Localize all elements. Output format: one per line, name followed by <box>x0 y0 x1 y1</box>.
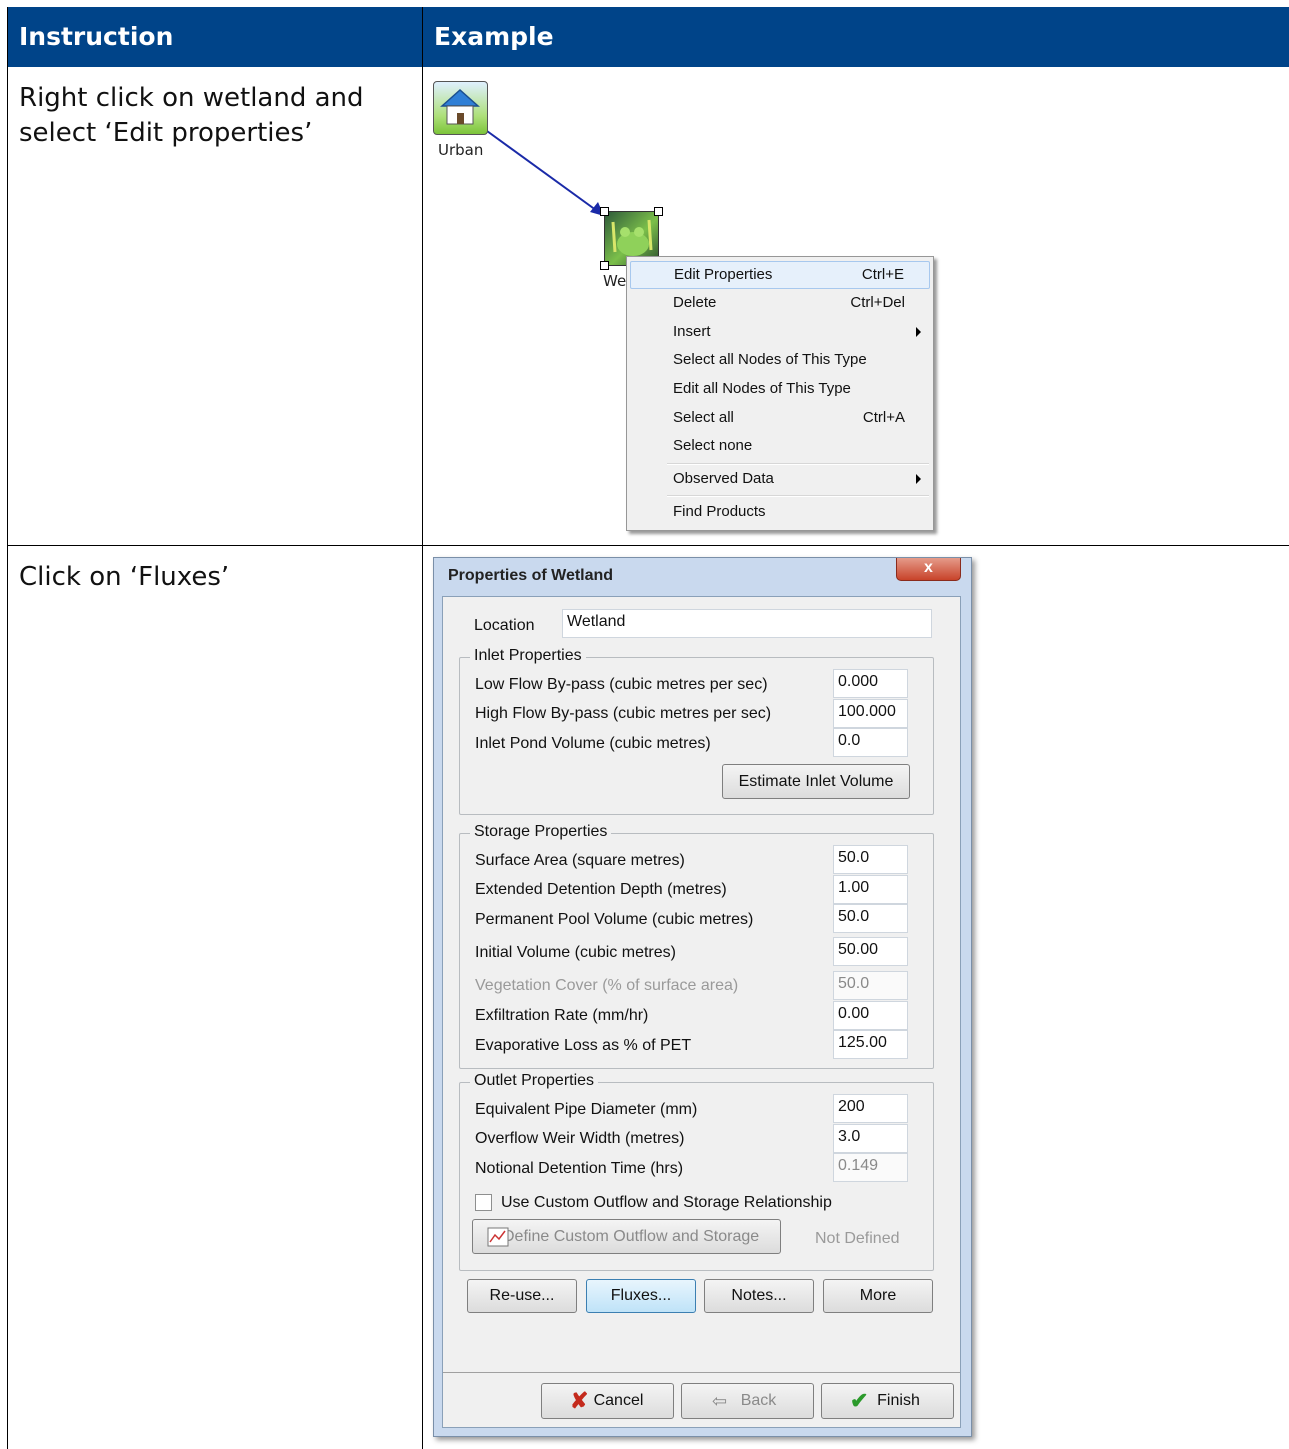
custom-relationship-checkbox[interactable] <box>475 1194 492 1211</box>
reuse-button[interactable]: Re-use... <box>467 1279 577 1313</box>
estimate-inlet-volume-button[interactable]: Estimate Inlet Volume <box>722 764 910 799</box>
extended-detention-depth-label: Extended Detention Depth (metres) <box>475 881 727 898</box>
initial-volume-label: Initial Volume (cubic metres) <box>475 944 676 961</box>
menu-item-delete[interactable]: Delete Ctrl+Del <box>627 290 933 316</box>
exfiltration-rate-input[interactable]: 0.00 <box>833 1001 908 1030</box>
dialog-body: Location Wetland Inlet Properties Low Fl… <box>442 596 961 1428</box>
initial-volume-input[interactable]: 50.00 <box>833 937 908 966</box>
high-flow-input[interactable]: 100.000 <box>833 699 908 728</box>
selection-handle[interactable] <box>654 207 663 216</box>
vegetation-cover-input: 50.0 <box>833 971 908 1000</box>
properties-dialog: Properties of Wetland x Location Wetland… <box>433 557 972 1437</box>
menu-item-edit-all-nodes-type[interactable]: Edit all Nodes of This Type <box>627 376 933 402</box>
chart-icon <box>487 1227 509 1247</box>
vegetation-cover-label: Vegetation Cover (% of surface area) <box>475 977 739 994</box>
inlet-group-title: Inlet Properties <box>470 647 586 665</box>
menu-item-insert[interactable]: Insert <box>627 319 933 345</box>
close-button[interactable]: x <box>896 558 961 581</box>
notes-button[interactable]: Notes... <box>704 1279 814 1313</box>
high-flow-label: High Flow By-pass (cubic metres per sec) <box>475 705 772 722</box>
submenu-arrow-icon <box>916 327 921 337</box>
detention-time-label: Notional Detention Time (hrs) <box>475 1160 684 1177</box>
menu-item-select-all[interactable]: Select all Ctrl+A <box>627 405 933 431</box>
low-flow-label: Low Flow By-pass (cubic metres per sec) <box>475 676 768 693</box>
submenu-arrow-icon <box>916 474 921 484</box>
not-defined-status: Not Defined <box>815 1230 900 1247</box>
finish-button[interactable]: ✔ Finish <box>821 1383 954 1419</box>
urban-node-label: Urban <box>438 141 484 159</box>
pipe-diameter-input[interactable]: 200 <box>833 1094 908 1123</box>
fluxes-button[interactable]: Fluxes... <box>586 1279 696 1313</box>
menu-separator <box>667 463 929 465</box>
menu-item-select-all-nodes-type[interactable]: Select all Nodes of This Type <box>627 347 933 373</box>
pipe-diameter-label: Equivalent Pipe Diameter (mm) <box>475 1101 698 1118</box>
menu-item-observed-data[interactable]: Observed Data <box>627 466 933 492</box>
detention-time-input: 0.149 <box>833 1153 908 1182</box>
extended-detention-depth-input[interactable]: 1.00 <box>833 875 908 904</box>
house-icon <box>440 88 480 125</box>
urban-node-icon[interactable] <box>433 81 488 135</box>
inlet-pond-volume-label: Inlet Pond Volume (cubic metres) <box>475 735 711 752</box>
menu-separator <box>667 495 929 497</box>
location-input[interactable]: Wetland <box>562 609 932 638</box>
menu-item-select-none[interactable]: Select none <box>627 433 933 459</box>
exfiltration-rate-label: Exfiltration Rate (mm/hr) <box>475 1007 649 1024</box>
weir-width-label: Overflow Weir Width (metres) <box>475 1130 685 1147</box>
menu-item-find-products[interactable]: Find Products <box>627 499 933 525</box>
outlet-group-title: Outlet Properties <box>470 1072 599 1090</box>
inlet-pond-volume-input[interactable]: 0.0 <box>833 728 908 757</box>
back-button: ⇦ Back <box>681 1383 814 1419</box>
permanent-pool-volume-input[interactable]: 50.0 <box>833 904 908 933</box>
weir-width-input[interactable]: 3.0 <box>833 1124 908 1153</box>
custom-relationship-label: Use Custom Outflow and Storage Relations… <box>501 1194 832 1211</box>
menu-item-edit-properties[interactable]: Edit Properties Ctrl+E <box>630 261 930 289</box>
more-button[interactable]: More <box>823 1279 933 1313</box>
surface-area-input[interactable]: 50.0 <box>833 845 908 874</box>
context-menu: Edit Properties Ctrl+E Delete Ctrl+Del I… <box>626 256 934 531</box>
low-flow-input[interactable]: 0.000 <box>833 669 908 698</box>
location-label: Location <box>474 617 535 634</box>
permanent-pool-volume-label: Permanent Pool Volume (cubic metres) <box>475 911 754 928</box>
dialog-footer-separator <box>443 1372 960 1373</box>
cancel-button[interactable]: ✘ Cancel <box>541 1383 674 1419</box>
define-custom-outflow-button: Define Custom Outflow and Storage <box>472 1219 781 1254</box>
storage-group-title: Storage Properties <box>470 823 612 841</box>
evaporative-loss-input[interactable]: 125.00 <box>833 1030 908 1059</box>
cancel-x-icon: ✘ <box>570 1388 589 1413</box>
evaporative-loss-label: Evaporative Loss as % of PET <box>475 1037 692 1054</box>
selection-handle[interactable] <box>600 261 609 270</box>
selection-handle[interactable] <box>600 207 609 216</box>
finish-check-icon: ✔ <box>850 1388 869 1413</box>
back-arrow-icon: ⇦ <box>712 1391 728 1411</box>
wetland-node-label: We <box>603 272 627 290</box>
surface-area-label: Surface Area (square metres) <box>475 852 685 869</box>
dialog-title: Properties of Wetland <box>448 567 614 584</box>
